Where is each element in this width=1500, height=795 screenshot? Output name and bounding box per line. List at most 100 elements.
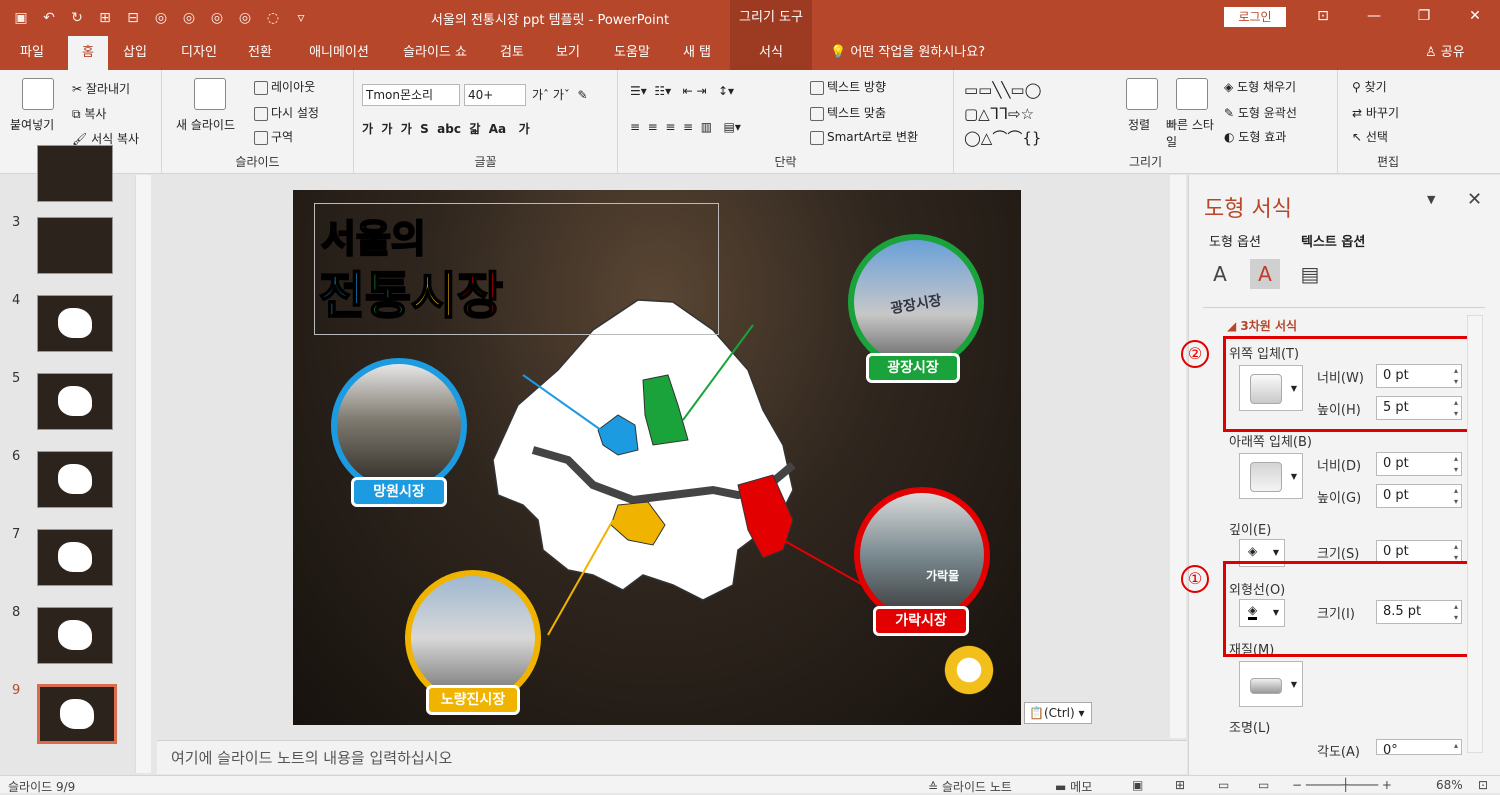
tab-format[interactable]: 서식 [730, 36, 812, 70]
title-char: 장 [456, 266, 504, 326]
slide-thumbnail[interactable] [37, 529, 113, 586]
font-size-combo[interactable]: 40+ [464, 84, 526, 106]
mangwon-photo-circle[interactable] [331, 358, 467, 494]
group-editing: ⚲ 찾기 ⇄ 바꾸기 ↖ 선택 편집 [1338, 70, 1438, 174]
pane-scrollbar[interactable] [1467, 315, 1483, 753]
section-button[interactable]: 구역 [254, 128, 293, 145]
tab-transitions[interactable]: 전환 [238, 36, 282, 70]
font-size-buttons[interactable]: 가ˆ 가ˇ ✎ [532, 86, 588, 103]
pane-options-icon[interactable]: ▼ [1427, 193, 1435, 206]
tab-review[interactable]: 검토 [490, 36, 534, 70]
shape-effects-button[interactable]: ◐ 도형 효과 [1224, 128, 1286, 145]
angle-input[interactable]: 0° [1376, 739, 1462, 755]
paste-button[interactable]: 붙여넣기 [10, 116, 54, 133]
slide-number: 7 [12, 527, 21, 542]
bottom-width-input[interactable]: 0 pt [1376, 452, 1462, 476]
text-effects-icon[interactable]: A [1250, 259, 1280, 289]
sorter-view-icon[interactable]: ⊞ [1175, 778, 1185, 792]
tab-design[interactable]: 디자인 [170, 36, 228, 70]
font-name-combo[interactable]: Tmon몬소리 [362, 84, 460, 106]
slide-scrollbar[interactable] [1170, 175, 1186, 738]
notes-pane[interactable]: 여기에 슬라이드 노트의 내용을 입력하십시오 [157, 740, 1187, 774]
slide-thumbnail[interactable] [37, 451, 113, 508]
slide-canvas[interactable]: 서울의 전통시장 광장시장 광장시장 망원시장 가락몰 가락시장 노량진시장 [293, 190, 1021, 725]
copy-button[interactable]: ⧉ 복사 [72, 105, 106, 122]
map-shape [58, 542, 92, 572]
new-slide-button[interactable]: 새 슬라이드 [176, 116, 235, 133]
reset-button[interactable]: 다시 설정 [254, 104, 319, 121]
quick-styles-button[interactable]: 빠른 스타일 [1166, 116, 1216, 150]
restore-icon[interactable]: ❐ [1414, 8, 1434, 24]
zoom-slider[interactable]: − ─────┼──── + [1292, 778, 1392, 792]
select-button[interactable]: ↖ 선택 [1352, 128, 1388, 145]
align-buttons[interactable]: ≡ ≡ ≡ ≡ ▥ ▤▾ [630, 120, 741, 134]
slide-thumbnail[interactable] [37, 295, 113, 352]
shape-outline-button[interactable]: ✎ 도형 윤곽선 [1224, 104, 1297, 121]
pane-close-icon[interactable]: ✕ [1467, 189, 1482, 210]
paste-icon[interactable] [22, 78, 54, 110]
effects-icon: ◐ [1224, 130, 1239, 144]
text-direction-button[interactable]: 텍스트 방향 [810, 78, 886, 95]
tell-me-text: 어떤 작업을 원하시나요? [850, 45, 986, 60]
slide-thumbnail[interactable] [37, 145, 113, 202]
group-paragraph: ☰▾ ☷▾ ⇤ ⇥ ↕▾ ≡ ≡ ≡ ≡ ▥ ▤▾ 텍스트 방향 텍스트 맞춤 … [618, 70, 954, 174]
gwangjang-photo-circle[interactable]: 광장시장 [848, 234, 984, 370]
tab-shape-options[interactable]: 도형 옵션 [1209, 231, 1261, 250]
slide-thumbnail-selected[interactable] [37, 684, 117, 744]
textbox-icon[interactable]: ▤ [1295, 259, 1325, 289]
bottom-bevel-preset[interactable]: ▼ [1239, 453, 1303, 499]
close-icon[interactable]: ✕ [1465, 8, 1485, 24]
minimize-icon[interactable]: — [1364, 8, 1384, 24]
tab-slideshow[interactable]: 슬라이드 쇼 [392, 36, 478, 70]
login-button[interactable]: 로그인 [1224, 7, 1286, 27]
comments-toggle[interactable]: ▬ 메모 [1055, 778, 1092, 795]
shape-fill-button[interactable]: ◈ 도형 채우기 [1224, 78, 1296, 95]
smartart-button[interactable]: SmartArt로 변환 [810, 128, 918, 145]
paste-options-button[interactable]: 📋(Ctrl) ▾ [1024, 702, 1092, 724]
ribbon-display-icon[interactable]: ⊡ [1313, 8, 1333, 24]
align-text-button[interactable]: 텍스트 맞춤 [810, 104, 886, 121]
find-button[interactable]: ⚲ 찾기 [1352, 78, 1387, 95]
tab-new[interactable]: 새 탭 [672, 36, 722, 70]
material-preset[interactable]: ▼ [1239, 661, 1303, 707]
tab-file[interactable]: 파일 [8, 36, 56, 70]
tab-text-options[interactable]: 텍스트 옵션 [1301, 231, 1365, 250]
cut-button[interactable]: ✂ 잘라내기 [72, 80, 130, 97]
tab-help[interactable]: 도움말 [604, 36, 660, 70]
photo-sign-text: 가락몰 [926, 569, 960, 583]
thumbnail-scrollbar[interactable] [135, 175, 151, 773]
garak-photo-circle[interactable]: 가락몰 [854, 487, 990, 623]
arrange-icon[interactable] [1126, 78, 1158, 110]
reading-view-icon[interactable]: ▭ [1218, 778, 1229, 792]
arrange-button[interactable]: 정렬 [1128, 116, 1150, 133]
zoom-level[interactable]: 68% [1436, 778, 1463, 792]
slide-thumbnail[interactable] [37, 373, 113, 430]
quick-styles-icon[interactable] [1176, 78, 1208, 110]
slide-counter: 슬라이드 9/9 [8, 780, 76, 794]
normal-view-icon[interactable]: ▣ [1132, 778, 1143, 792]
ribbon: 붙여넣기 ✂ 잘라내기 ⧉ 복사 🖌 서식 복사 클립보드 새 슬라이드 레이아… [0, 70, 1500, 174]
slide-thumbnail[interactable] [37, 217, 113, 274]
shape-effects-label: 도형 효과 [1238, 130, 1287, 144]
depth-label: 깊이(E) [1229, 523, 1272, 538]
tell-me-box[interactable]: 💡 어떤 작업을 원하시나요? [830, 36, 985, 70]
slide-thumbnail[interactable] [37, 607, 113, 664]
new-slide-icon[interactable] [194, 78, 226, 110]
shapes-gallery[interactable]: ▭▭╲╲▭◯ ▢△ᒣᒣ⇨☆ ◯△⌒⌒{} [964, 78, 1104, 150]
share-button[interactable]: ♙ 공유 [1425, 36, 1465, 70]
magnifier-icon: ⚲ [1352, 80, 1365, 94]
fit-slide-icon[interactable]: ⊡ [1478, 778, 1488, 792]
tab-home[interactable]: 홈 [68, 36, 108, 70]
bottom-height-input[interactable]: 0 pt [1376, 484, 1462, 508]
tab-view[interactable]: 보기 [546, 36, 590, 70]
layout-button[interactable]: 레이아웃 [254, 78, 315, 95]
tab-animations[interactable]: 애니메이션 [296, 36, 382, 70]
section-3d-format[interactable]: ◢ 3차원 서식 [1227, 317, 1297, 334]
replace-button[interactable]: ⇄ 바꾸기 [1352, 104, 1399, 121]
slideshow-view-icon[interactable]: ▭ [1258, 778, 1269, 792]
tab-insert[interactable]: 삽입 [115, 36, 155, 70]
font-style-buttons[interactable]: 가 가 가 S abc 갋 Aa 가 [362, 120, 530, 137]
list-buttons[interactable]: ☰▾ ☷▾ ⇤ ⇥ ↕▾ [630, 84, 734, 98]
text-fill-icon[interactable]: A [1205, 259, 1235, 289]
notes-toggle[interactable]: ≙ 슬라이드 노트 [928, 778, 1012, 795]
